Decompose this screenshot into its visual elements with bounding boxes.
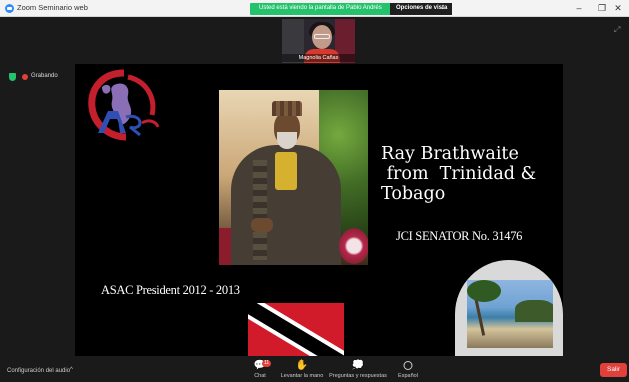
beach-trees: [515, 300, 553, 322]
trinidad-tobago-flag: [248, 303, 344, 356]
meeting-area: Magnolia Cañas ⤢ Grabando Ray Brathwaite…: [0, 17, 629, 359]
portrait-shirt: [275, 152, 297, 190]
participant-video-thumbnail[interactable]: Magnolia Cañas: [282, 19, 355, 63]
president-term-text: ASAC President 2012 - 2013: [101, 283, 240, 297]
senator-number-text: JCI SENATOR No. 31476: [396, 229, 523, 243]
view-options-button[interactable]: Opciones de vista ⌄: [390, 3, 452, 15]
share-banner-text: Usted está viendo la pantalla de Pablo A…: [259, 5, 382, 11]
globe-icon: [403, 361, 413, 370]
expand-icon[interactable]: ⤢: [614, 25, 620, 35]
close-button[interactable]: ✕: [607, 1, 629, 16]
leave-button[interactable]: Salir: [600, 363, 627, 377]
title-bar: Zoom Seminario web Usted está viendo la …: [0, 0, 629, 17]
chat-label: Chat: [254, 373, 266, 379]
participant-name: Magnolia Cañas: [282, 54, 355, 62]
shield-icon: [9, 73, 16, 81]
raise-hand-icon: ✋: [295, 360, 309, 371]
qa-label: Preguntas y respuestas: [329, 373, 387, 379]
record-icon: [22, 74, 28, 80]
meeting-toolbar: Configuración del audio ^ 💬 Chat 11 ✋ Le…: [0, 359, 629, 382]
raise-hand-label: Levantar la mano: [280, 373, 324, 379]
audio-settings-button[interactable]: Configuración del audio: [7, 368, 70, 374]
recording-label: Grabando: [31, 73, 58, 79]
qa-icon: 💭: [351, 360, 365, 371]
qa-button[interactable]: 💭 Preguntas y respuestas: [329, 359, 387, 382]
participant-glasses: [314, 34, 330, 39]
language-button[interactable]: Español: [396, 359, 420, 382]
beach-photo: [467, 280, 553, 348]
beach-photo-frame: [455, 260, 563, 356]
portrait-flowers: [339, 228, 368, 264]
slide-heading: Ray Brathwaite from Trinidad & Tobago: [381, 144, 537, 204]
language-label: Español: [398, 373, 418, 379]
portrait-hat: [272, 101, 302, 116]
window-title: Zoom Seminario web: [17, 3, 88, 12]
screen-share-banner: Usted está viendo la pantalla de Pablo A…: [250, 3, 452, 15]
portrait-photo: [219, 90, 368, 265]
asac-logo: [88, 69, 160, 141]
chevron-down-icon: ⌄: [440, 5, 446, 11]
minimize-button[interactable]: –: [568, 1, 590, 16]
portrait-robe-pattern: [253, 160, 267, 260]
beach-palm-fronds: [467, 280, 501, 302]
portrait-hands: [251, 218, 273, 232]
chat-unread-badge: 11: [262, 360, 272, 367]
chevron-up-icon[interactable]: ^: [70, 367, 73, 373]
shared-screen-slide: Ray Brathwaite from Trinidad & Tobago JC…: [75, 64, 563, 356]
raise-hand-button[interactable]: ✋ Levantar la mano: [280, 359, 324, 382]
zoom-app-icon: [5, 4, 14, 13]
